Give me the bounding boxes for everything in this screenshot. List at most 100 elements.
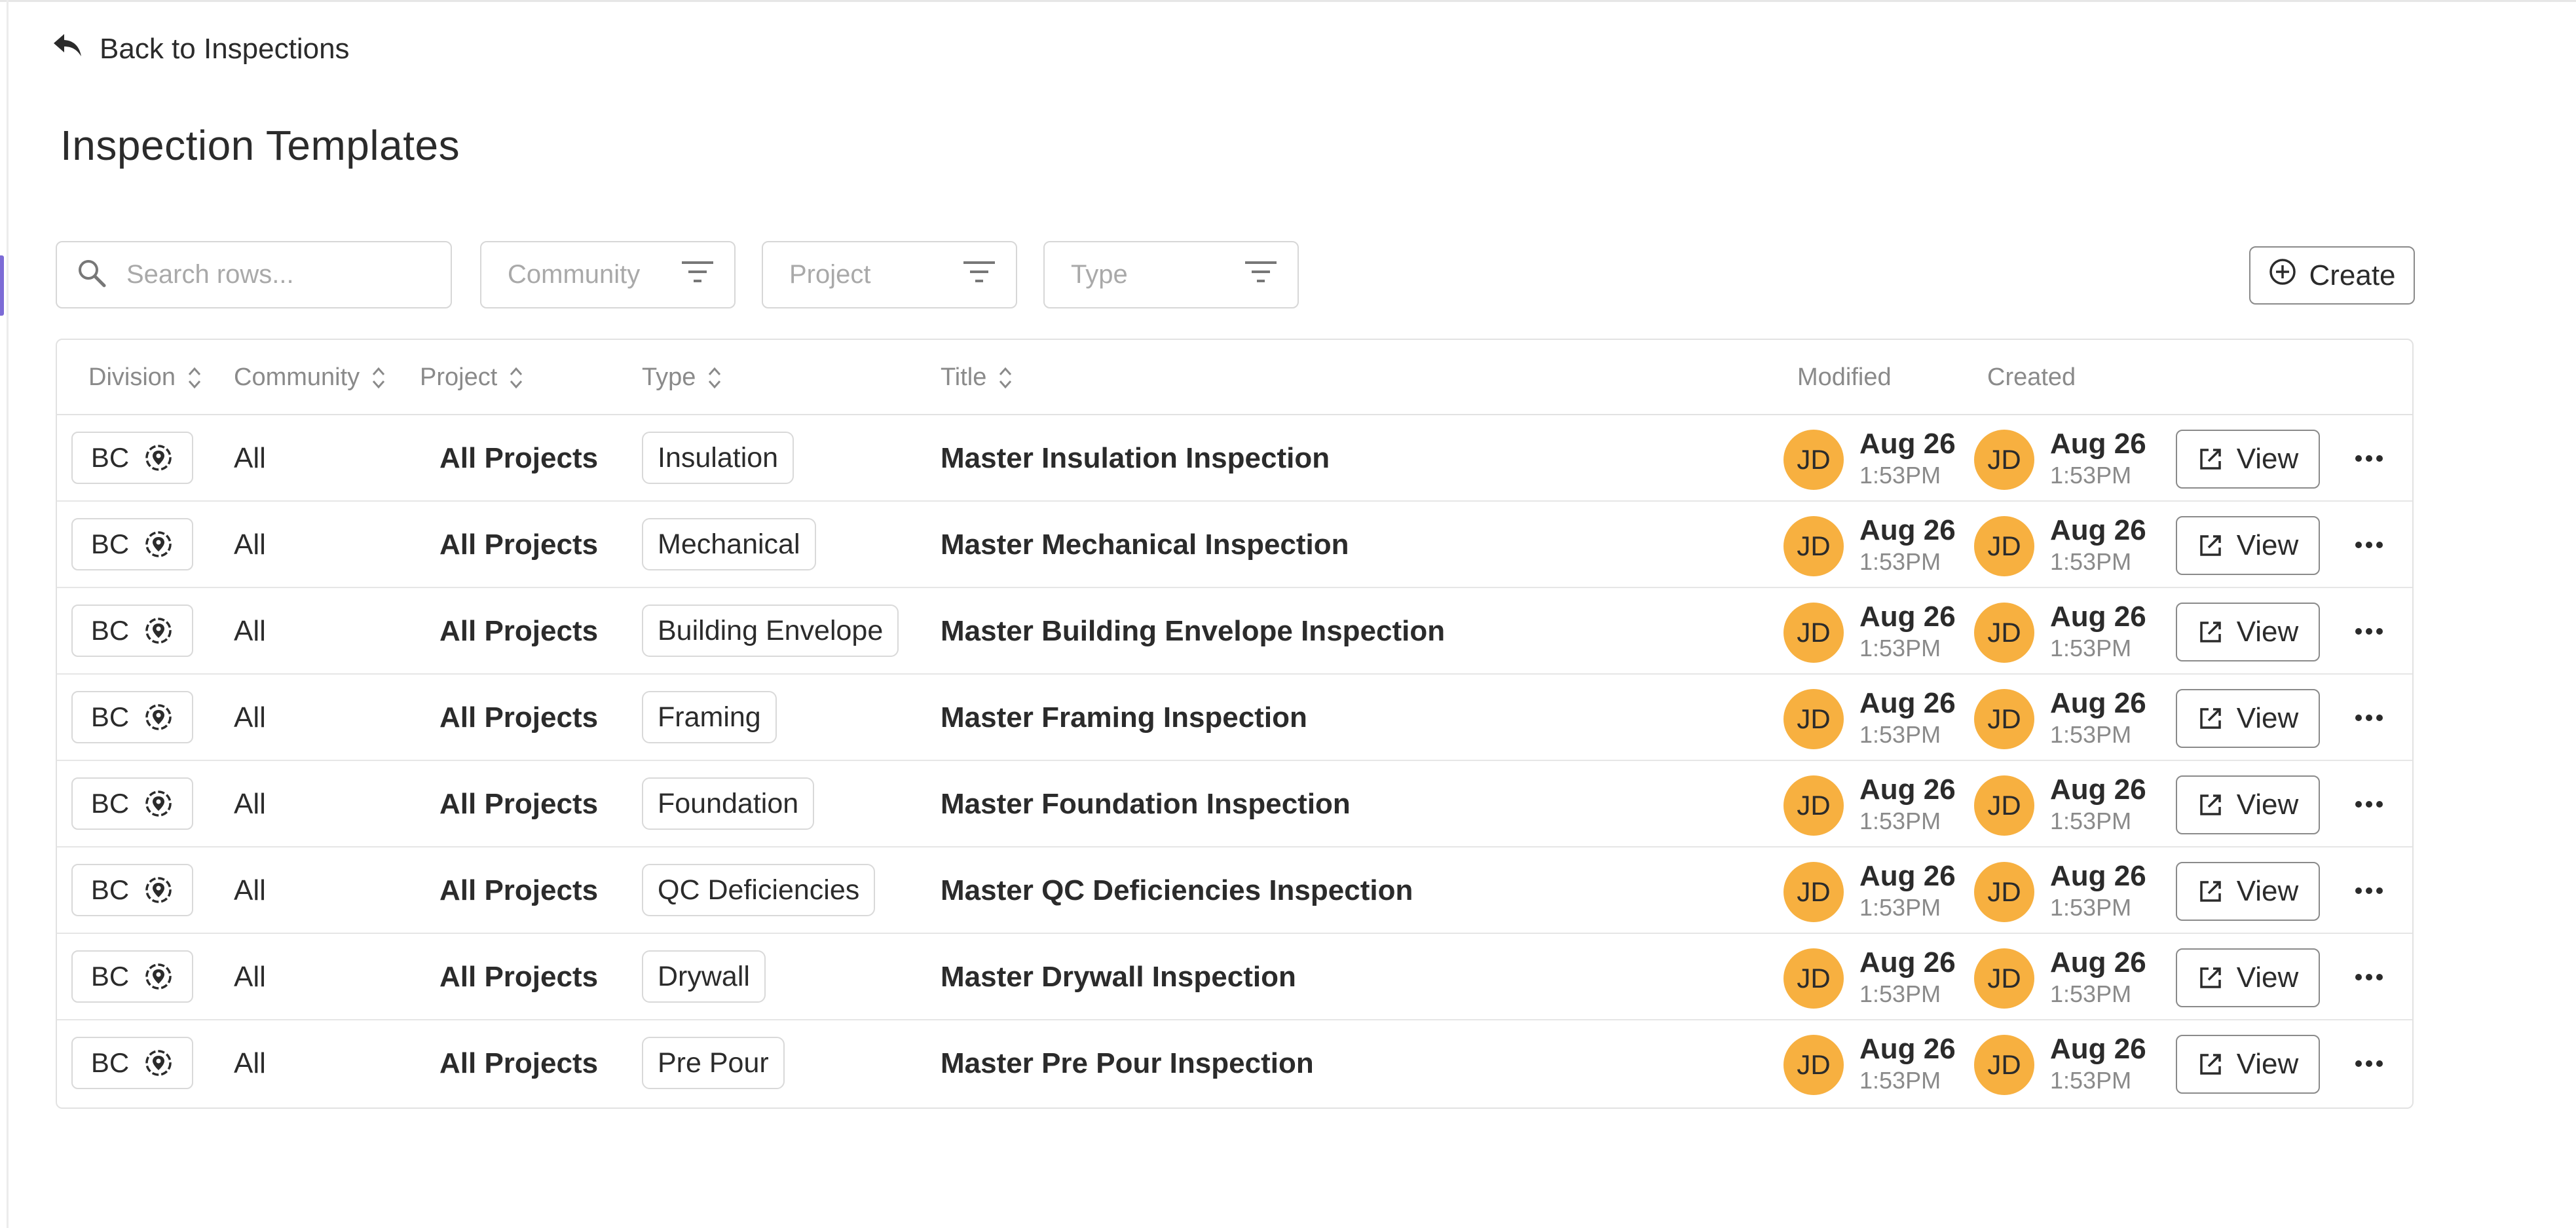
created-by-avatar: JD [1974,948,2034,1009]
title-cell: Master Framing Inspection [941,701,1307,734]
title-cell: Master Building Envelope Inspection [941,615,1446,647]
table-row[interactable]: BC All All Projects Building Envelope Master… [57,588,2412,675]
sort-chevrons-icon[interactable] [707,365,722,391]
type-filter[interactable]: Type [1043,241,1299,308]
create-button[interactable]: Create [2249,246,2415,305]
external-link-icon [2199,967,2221,988]
division-label: BC [90,701,130,732]
created-timestamp: Aug 26 1:53PM [2050,859,2146,922]
sort-chevrons-icon[interactable] [187,365,202,391]
sidebar-accent-tab[interactable] [0,255,4,316]
row-actions-button[interactable] [2349,878,2389,904]
type-chip: Foundation [642,777,815,830]
search-input[interactable] [126,260,415,289]
row-actions-button[interactable] [2349,445,2389,472]
back-to-inspections-link[interactable]: Back to Inspections [51,31,350,67]
modified-date: Aug 26 [1859,773,1956,806]
modified-time: 1:53PM [1859,548,1941,575]
modified-date: Aug 26 [1859,428,1956,460]
search-box[interactable] [56,241,452,308]
view-button[interactable]: View [2176,516,2320,575]
type-chip: QC Deficiencies [642,864,876,916]
table-row[interactable]: BC All All Projects QC Deficiencies Master Q… [57,847,2412,934]
top-border [0,0,2576,2]
division-chip[interactable]: BC [71,518,193,570]
create-button-label: Create [2309,259,2396,291]
view-button[interactable]: View [2176,862,2320,921]
sort-chevrons-icon[interactable] [998,365,1013,391]
modified-by-avatar: JD [1783,430,1844,490]
view-button[interactable]: View [2176,603,2320,661]
row-actions-button[interactable] [2349,532,2389,558]
division-chip[interactable]: BC [71,777,193,830]
view-button[interactable]: View [2176,689,2320,748]
created-by-avatar: JD [1974,603,2034,663]
view-button[interactable]: View [2176,948,2320,1007]
project-cell: All Projects [439,615,599,647]
sort-chevrons-icon[interactable] [371,365,386,391]
modified-timestamp: Aug 26 1:53PM [1859,1032,1956,1095]
filter-icon [681,259,715,291]
created-date: Aug 26 [2050,514,2146,546]
row-actions-button[interactable] [2349,964,2389,990]
created-by-avatar: JD [1974,430,2034,490]
division-chip[interactable]: BC [71,691,193,743]
division-chip[interactable]: BC [71,864,193,916]
modified-time: 1:53PM [1859,635,1941,661]
created-timestamp: Aug 26 1:53PM [2050,427,2146,490]
column-header-division[interactable]: Division [88,340,202,415]
division-chip[interactable]: BC [71,605,193,657]
table-row[interactable]: BC All All Projects Framing Master Framing I… [57,675,2412,761]
modified-date: Aug 26 [1859,1033,1956,1065]
sort-chevrons-icon[interactable] [509,365,523,391]
project-cell: All Projects [439,442,599,474]
row-actions-button[interactable] [2349,791,2389,817]
location-target-icon [145,445,172,471]
column-header-title[interactable]: Title [941,340,1013,415]
plus-circle-icon [2268,257,2297,293]
templates-table: Division Community Project Type Title Mo… [56,339,2414,1109]
community-cell: All [234,442,266,474]
created-by-avatar: JD [1974,775,2034,836]
view-button-label: View [2236,529,2299,561]
row-actions-button[interactable] [2349,618,2389,644]
column-header-community[interactable]: Community [234,340,386,415]
more-horizontal-icon [2355,628,2383,635]
table-row[interactable]: BC All All Projects Drywall Master Drywall I… [57,934,2412,1020]
column-header-label: Type [642,363,696,391]
modified-timestamp: Aug 26 1:53PM [1859,427,1956,490]
row-actions-button[interactable] [2349,1051,2389,1077]
created-timestamp: Aug 26 1:53PM [2050,600,2146,663]
community-cell: All [234,615,266,647]
created-timestamp: Aug 26 1:53PM [2050,686,2146,749]
table-row[interactable]: BC All All Projects Mechanical Master Mechan… [57,502,2412,588]
location-target-icon [145,704,172,730]
created-time: 1:53PM [2050,721,2132,748]
back-link-label: Back to Inspections [100,33,350,65]
column-header-project[interactable]: Project [420,340,523,415]
view-button[interactable]: View [2176,775,2320,834]
column-header-modified: Modified [1797,340,1892,415]
column-header-type[interactable]: Type [642,340,722,415]
project-filter[interactable]: Project [762,241,1017,308]
modified-time: 1:53PM [1859,1067,1941,1094]
modified-date: Aug 26 [1859,687,1956,719]
type-chip: Drywall [642,950,766,1003]
division-chip[interactable]: BC [71,1037,193,1089]
created-date: Aug 26 [2050,428,2146,460]
created-time: 1:53PM [2050,894,2132,921]
row-actions-button[interactable] [2349,705,2389,731]
modified-timestamp: Aug 26 1:53PM [1859,773,1956,836]
modified-by-avatar: JD [1783,948,1844,1009]
community-filter[interactable]: Community [480,241,736,308]
division-label: BC [90,615,130,646]
view-button[interactable]: View [2176,1035,2320,1094]
table-row[interactable]: BC All All Projects Foundation Master Founda… [57,761,2412,847]
view-button[interactable]: View [2176,430,2320,489]
division-chip[interactable]: BC [71,432,193,484]
table-row[interactable]: BC All All Projects Pre Pour Master Pre Pour… [57,1020,2412,1107]
table-row[interactable]: BC All All Projects Insulation Master Insula… [57,415,2412,502]
modified-time: 1:53PM [1859,721,1941,748]
community-cell: All [234,529,266,561]
division-chip[interactable]: BC [71,950,193,1003]
